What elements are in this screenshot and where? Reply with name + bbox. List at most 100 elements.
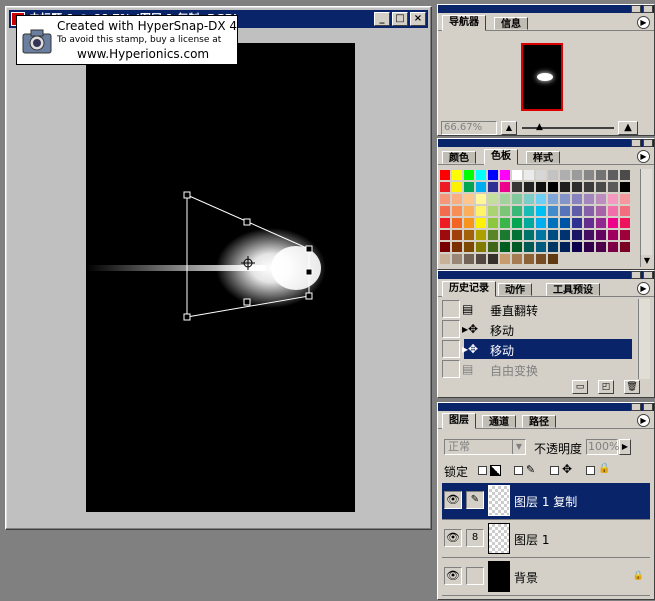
color-swatch[interactable]: [607, 229, 619, 241]
tab-color[interactable]: 颜色: [442, 151, 476, 164]
tab-channels[interactable]: 通道: [482, 415, 516, 428]
tab-styles[interactable]: 样式: [526, 151, 560, 164]
color-swatch[interactable]: [475, 253, 487, 265]
color-swatch[interactable]: [619, 217, 631, 229]
color-swatch[interactable]: [535, 241, 547, 253]
snapshot-source-box[interactable]: [442, 300, 460, 318]
color-swatch[interactable]: [463, 169, 475, 181]
opacity-field[interactable]: 100%: [586, 439, 619, 455]
palette-minimize-button[interactable]: [631, 5, 641, 13]
color-swatch[interactable]: [439, 181, 451, 193]
palette-title-bar[interactable]: [438, 139, 654, 147]
new-snapshot-icon[interactable]: ◰: [598, 380, 614, 394]
color-swatch[interactable]: [451, 181, 463, 193]
color-swatch[interactable]: [607, 205, 619, 217]
color-swatch[interactable]: [439, 229, 451, 241]
tab-info[interactable]: 信息: [494, 17, 528, 30]
brush-icon[interactable]: ✎: [466, 491, 484, 509]
color-swatch[interactable]: [547, 181, 559, 193]
close-button[interactable]: ×: [410, 12, 426, 26]
color-swatch[interactable]: [487, 217, 499, 229]
color-swatch[interactable]: [559, 169, 571, 181]
color-swatch[interactable]: [571, 169, 583, 181]
color-swatch[interactable]: [511, 241, 523, 253]
color-swatch[interactable]: [619, 205, 631, 217]
color-swatch[interactable]: [523, 241, 535, 253]
color-swatch[interactable]: [559, 229, 571, 241]
color-swatch[interactable]: [451, 229, 463, 241]
color-swatch[interactable]: [547, 169, 559, 181]
tab-swatches[interactable]: 色板: [484, 149, 518, 165]
color-swatch[interactable]: [511, 205, 523, 217]
color-swatch[interactable]: [499, 193, 511, 205]
color-swatch[interactable]: [619, 169, 631, 181]
color-swatch[interactable]: [595, 217, 607, 229]
color-swatch[interactable]: [439, 205, 451, 217]
color-swatch[interactable]: [607, 217, 619, 229]
palette-minimize-button[interactable]: [631, 139, 641, 147]
color-swatch[interactable]: [451, 253, 463, 265]
zoom-slider-thumb[interactable]: ▲: [536, 123, 543, 132]
color-swatch[interactable]: [511, 217, 523, 229]
color-swatch[interactable]: [559, 181, 571, 193]
layer-row[interactable]: 👁 ✎ 图层 1 复制: [442, 483, 650, 520]
minimize-button[interactable]: _: [374, 12, 390, 26]
color-swatch[interactable]: [595, 169, 607, 181]
color-swatch[interactable]: [583, 193, 595, 205]
color-swatch[interactable]: [595, 193, 607, 205]
color-swatch[interactable]: [487, 229, 499, 241]
color-swatch[interactable]: [535, 181, 547, 193]
color-swatch[interactable]: [523, 205, 535, 217]
color-swatch[interactable]: [463, 193, 475, 205]
color-swatch[interactable]: [523, 193, 535, 205]
palette-title-bar[interactable]: [438, 403, 654, 411]
color-swatch[interactable]: [511, 181, 523, 193]
snapshot-source-box[interactable]: [442, 360, 460, 378]
scroll-down-arrow-icon[interactable]: ▼: [641, 255, 653, 267]
color-swatch[interactable]: [475, 169, 487, 181]
color-swatch[interactable]: [487, 253, 499, 265]
color-swatch[interactable]: [463, 181, 475, 193]
color-swatch[interactable]: [439, 217, 451, 229]
lock-pixels-checkbox[interactable]: [514, 466, 523, 475]
layer-row[interactable]: 👁 背景 🔒: [442, 559, 650, 596]
color-swatch[interactable]: [451, 193, 463, 205]
palette-close-button[interactable]: [643, 5, 653, 13]
color-swatch[interactable]: [559, 205, 571, 217]
color-swatch[interactable]: [583, 229, 595, 241]
color-swatch[interactable]: [559, 193, 571, 205]
color-swatch[interactable]: [499, 181, 511, 193]
snapshot-source-box[interactable]: [442, 340, 460, 358]
history-item[interactable]: ▤ 垂直翻转: [442, 299, 632, 319]
palette-title-bar[interactable]: [438, 271, 654, 279]
color-swatch[interactable]: [499, 253, 511, 265]
palette-close-button[interactable]: [643, 271, 653, 279]
zoom-in-button[interactable]: ▲: [618, 121, 638, 135]
palette-menu-button[interactable]: ▶: [637, 414, 650, 427]
color-swatch[interactable]: [439, 193, 451, 205]
color-swatch[interactable]: [535, 169, 547, 181]
color-swatch[interactable]: [451, 241, 463, 253]
color-swatch[interactable]: [595, 205, 607, 217]
navigator-thumbnail[interactable]: [521, 43, 563, 111]
color-swatch[interactable]: [499, 169, 511, 181]
history-item[interactable]: ▤ 自由变换: [442, 359, 632, 379]
color-swatch[interactable]: [571, 241, 583, 253]
color-swatch[interactable]: [475, 229, 487, 241]
history-item[interactable]: ▸✥ 移动: [442, 319, 632, 339]
color-swatch[interactable]: [571, 193, 583, 205]
color-swatch[interactable]: [619, 181, 631, 193]
swatch-grid[interactable]: [439, 169, 631, 265]
color-swatch[interactable]: [523, 229, 535, 241]
color-swatch[interactable]: [475, 205, 487, 217]
color-swatch[interactable]: [523, 169, 535, 181]
color-swatch[interactable]: [571, 229, 583, 241]
palette-menu-button[interactable]: ▶: [637, 16, 650, 29]
color-swatch[interactable]: [463, 241, 475, 253]
tab-actions[interactable]: 动作: [498, 283, 532, 296]
color-swatch[interactable]: [595, 229, 607, 241]
tab-navigator[interactable]: 导航器: [442, 15, 486, 31]
eye-icon[interactable]: 👁: [444, 491, 462, 509]
color-swatch[interactable]: [547, 229, 559, 241]
tab-history[interactable]: 历史记录: [442, 281, 496, 297]
